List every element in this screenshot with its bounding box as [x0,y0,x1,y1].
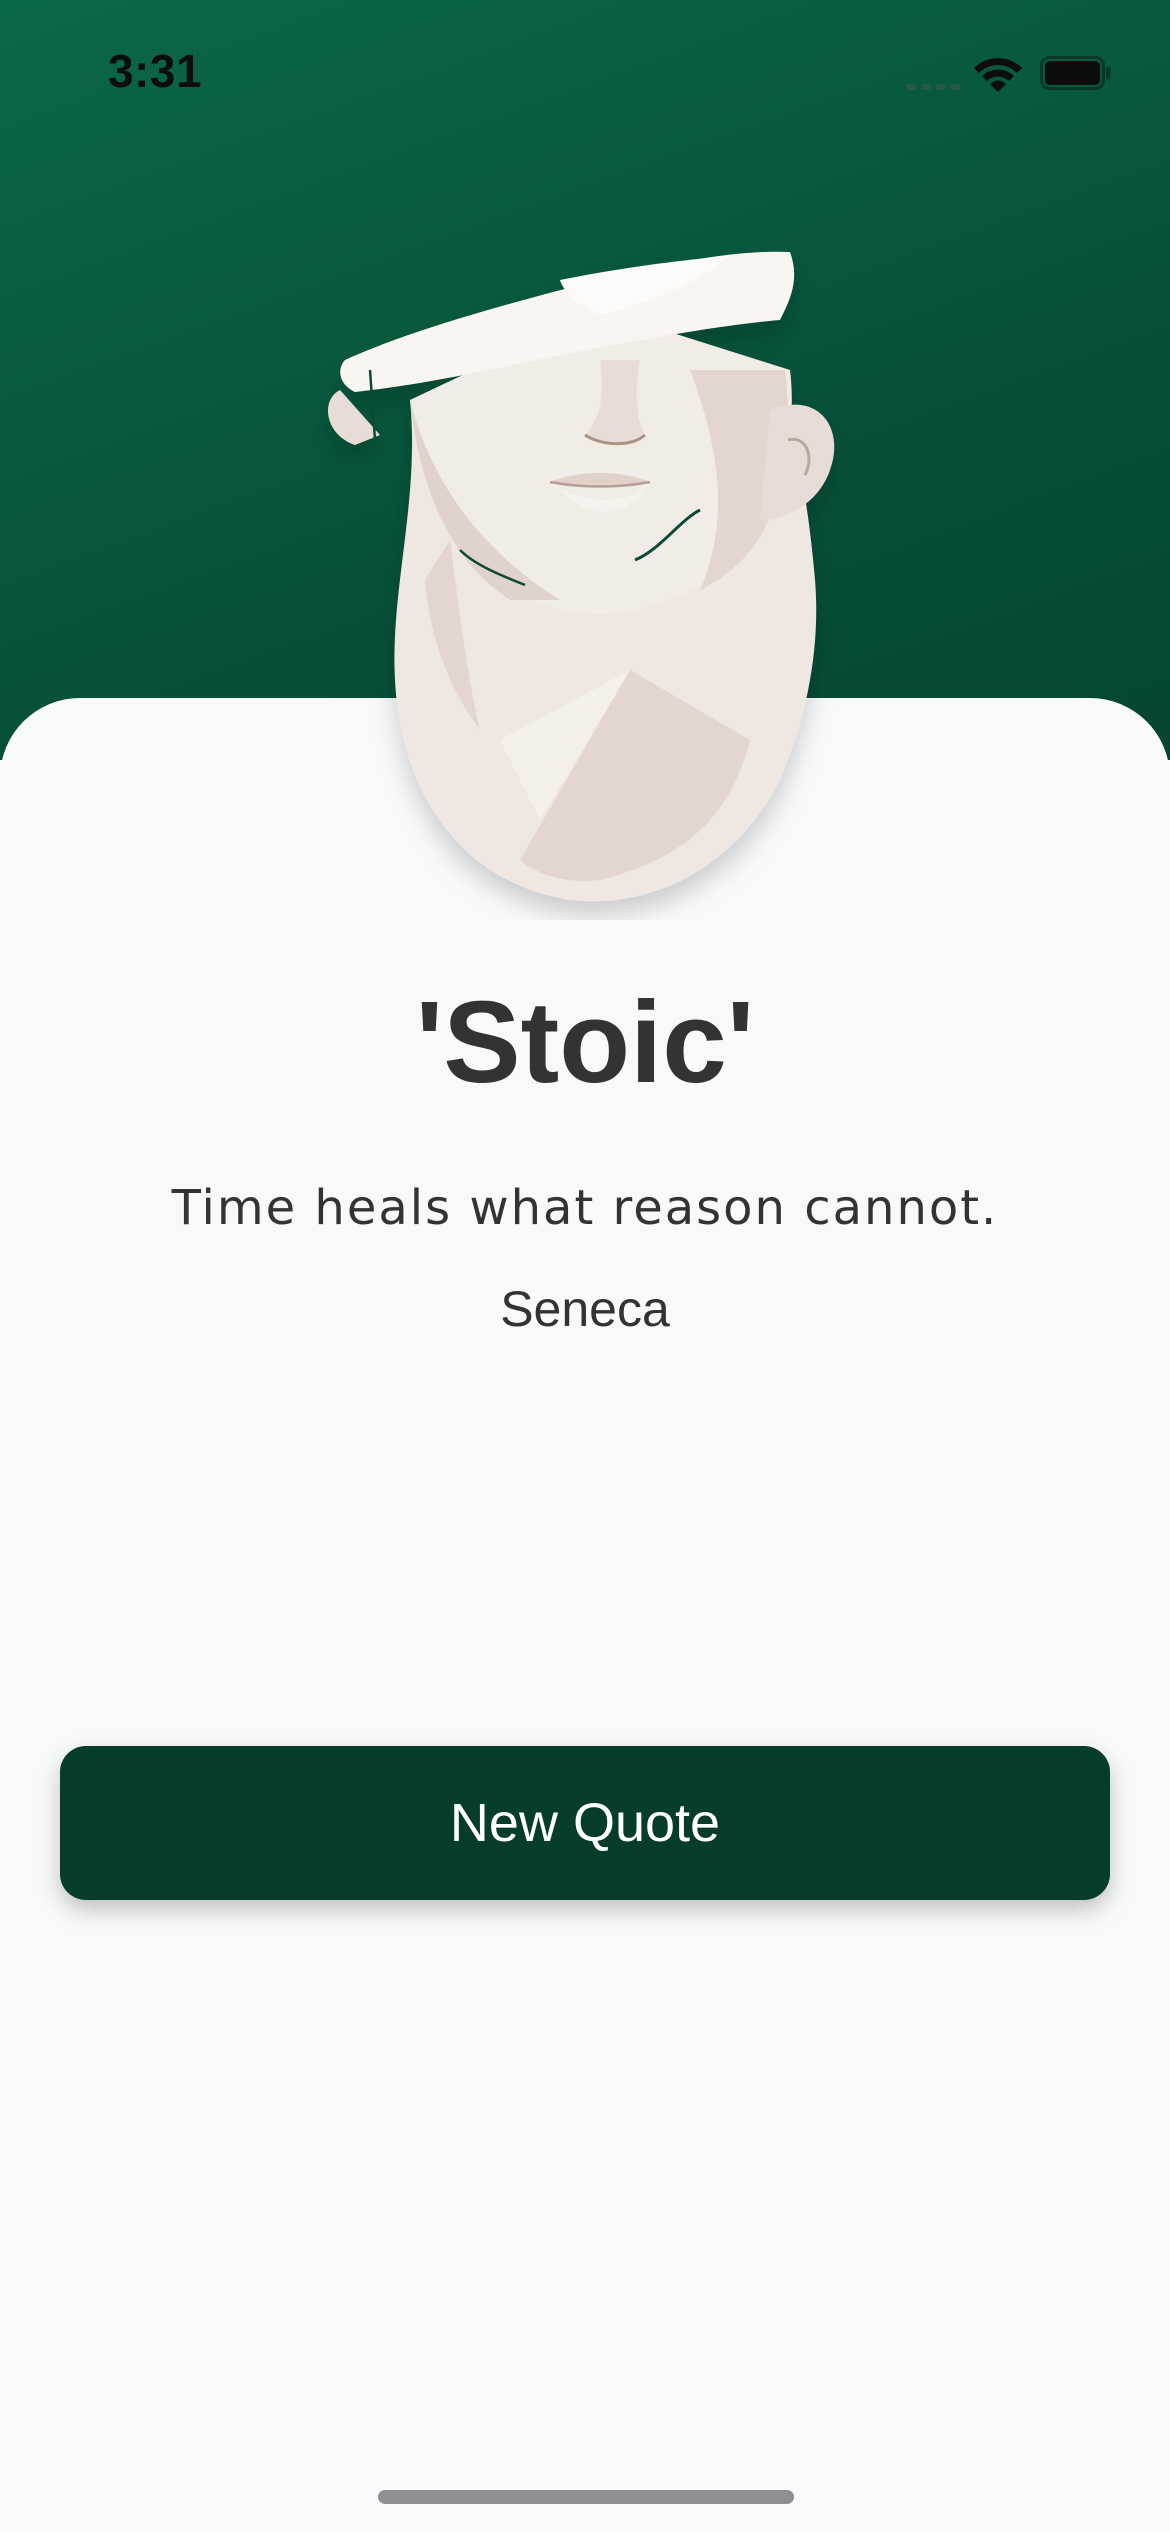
quote-text: Time heals what reason cannot. [171,1180,999,1236]
quote-author: Seneca [500,1281,670,1337]
screen: 3:31 'Stoic' Time heals what reason cann… [0,0,1170,2532]
status-bar: 3:31 [0,0,1170,150]
wifi-icon [974,58,1022,92]
home-indicator[interactable] [378,2490,794,2504]
stoic-bust-icon [328,251,835,902]
status-time: 3:31 [108,45,203,97]
battery-icon [1040,56,1111,90]
content-card [0,698,1170,2532]
page-title: 'Stoic' [415,977,755,1107]
new-quote-button[interactable]: New Quote [60,1746,1110,1900]
cellular-signal-icon [906,84,961,90]
